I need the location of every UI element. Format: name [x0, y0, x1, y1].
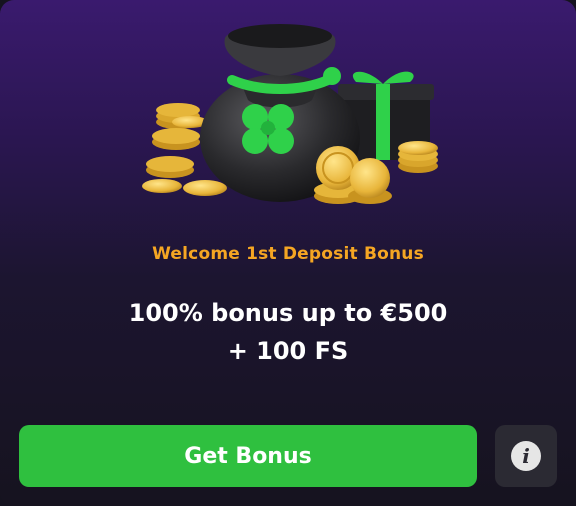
offer-line-primary: 100% bonus up to €500 [128, 299, 448, 327]
get-bonus-button[interactable]: Get Bonus [19, 425, 477, 487]
bonus-subtitle: Welcome 1st Deposit Bonus [152, 244, 424, 264]
hero-svg [142, 24, 438, 204]
bonus-card: Welcome 1st Deposit Bonus 100% bonus up … [0, 0, 576, 506]
info-button[interactable]: i [495, 425, 557, 487]
offer-line-secondary: + 100 FS [227, 337, 349, 365]
hero-illustration [130, 18, 446, 218]
bonus-offer: 100% bonus up to €500 + 100 FS [0, 294, 576, 370]
info-icon: i [511, 441, 541, 471]
